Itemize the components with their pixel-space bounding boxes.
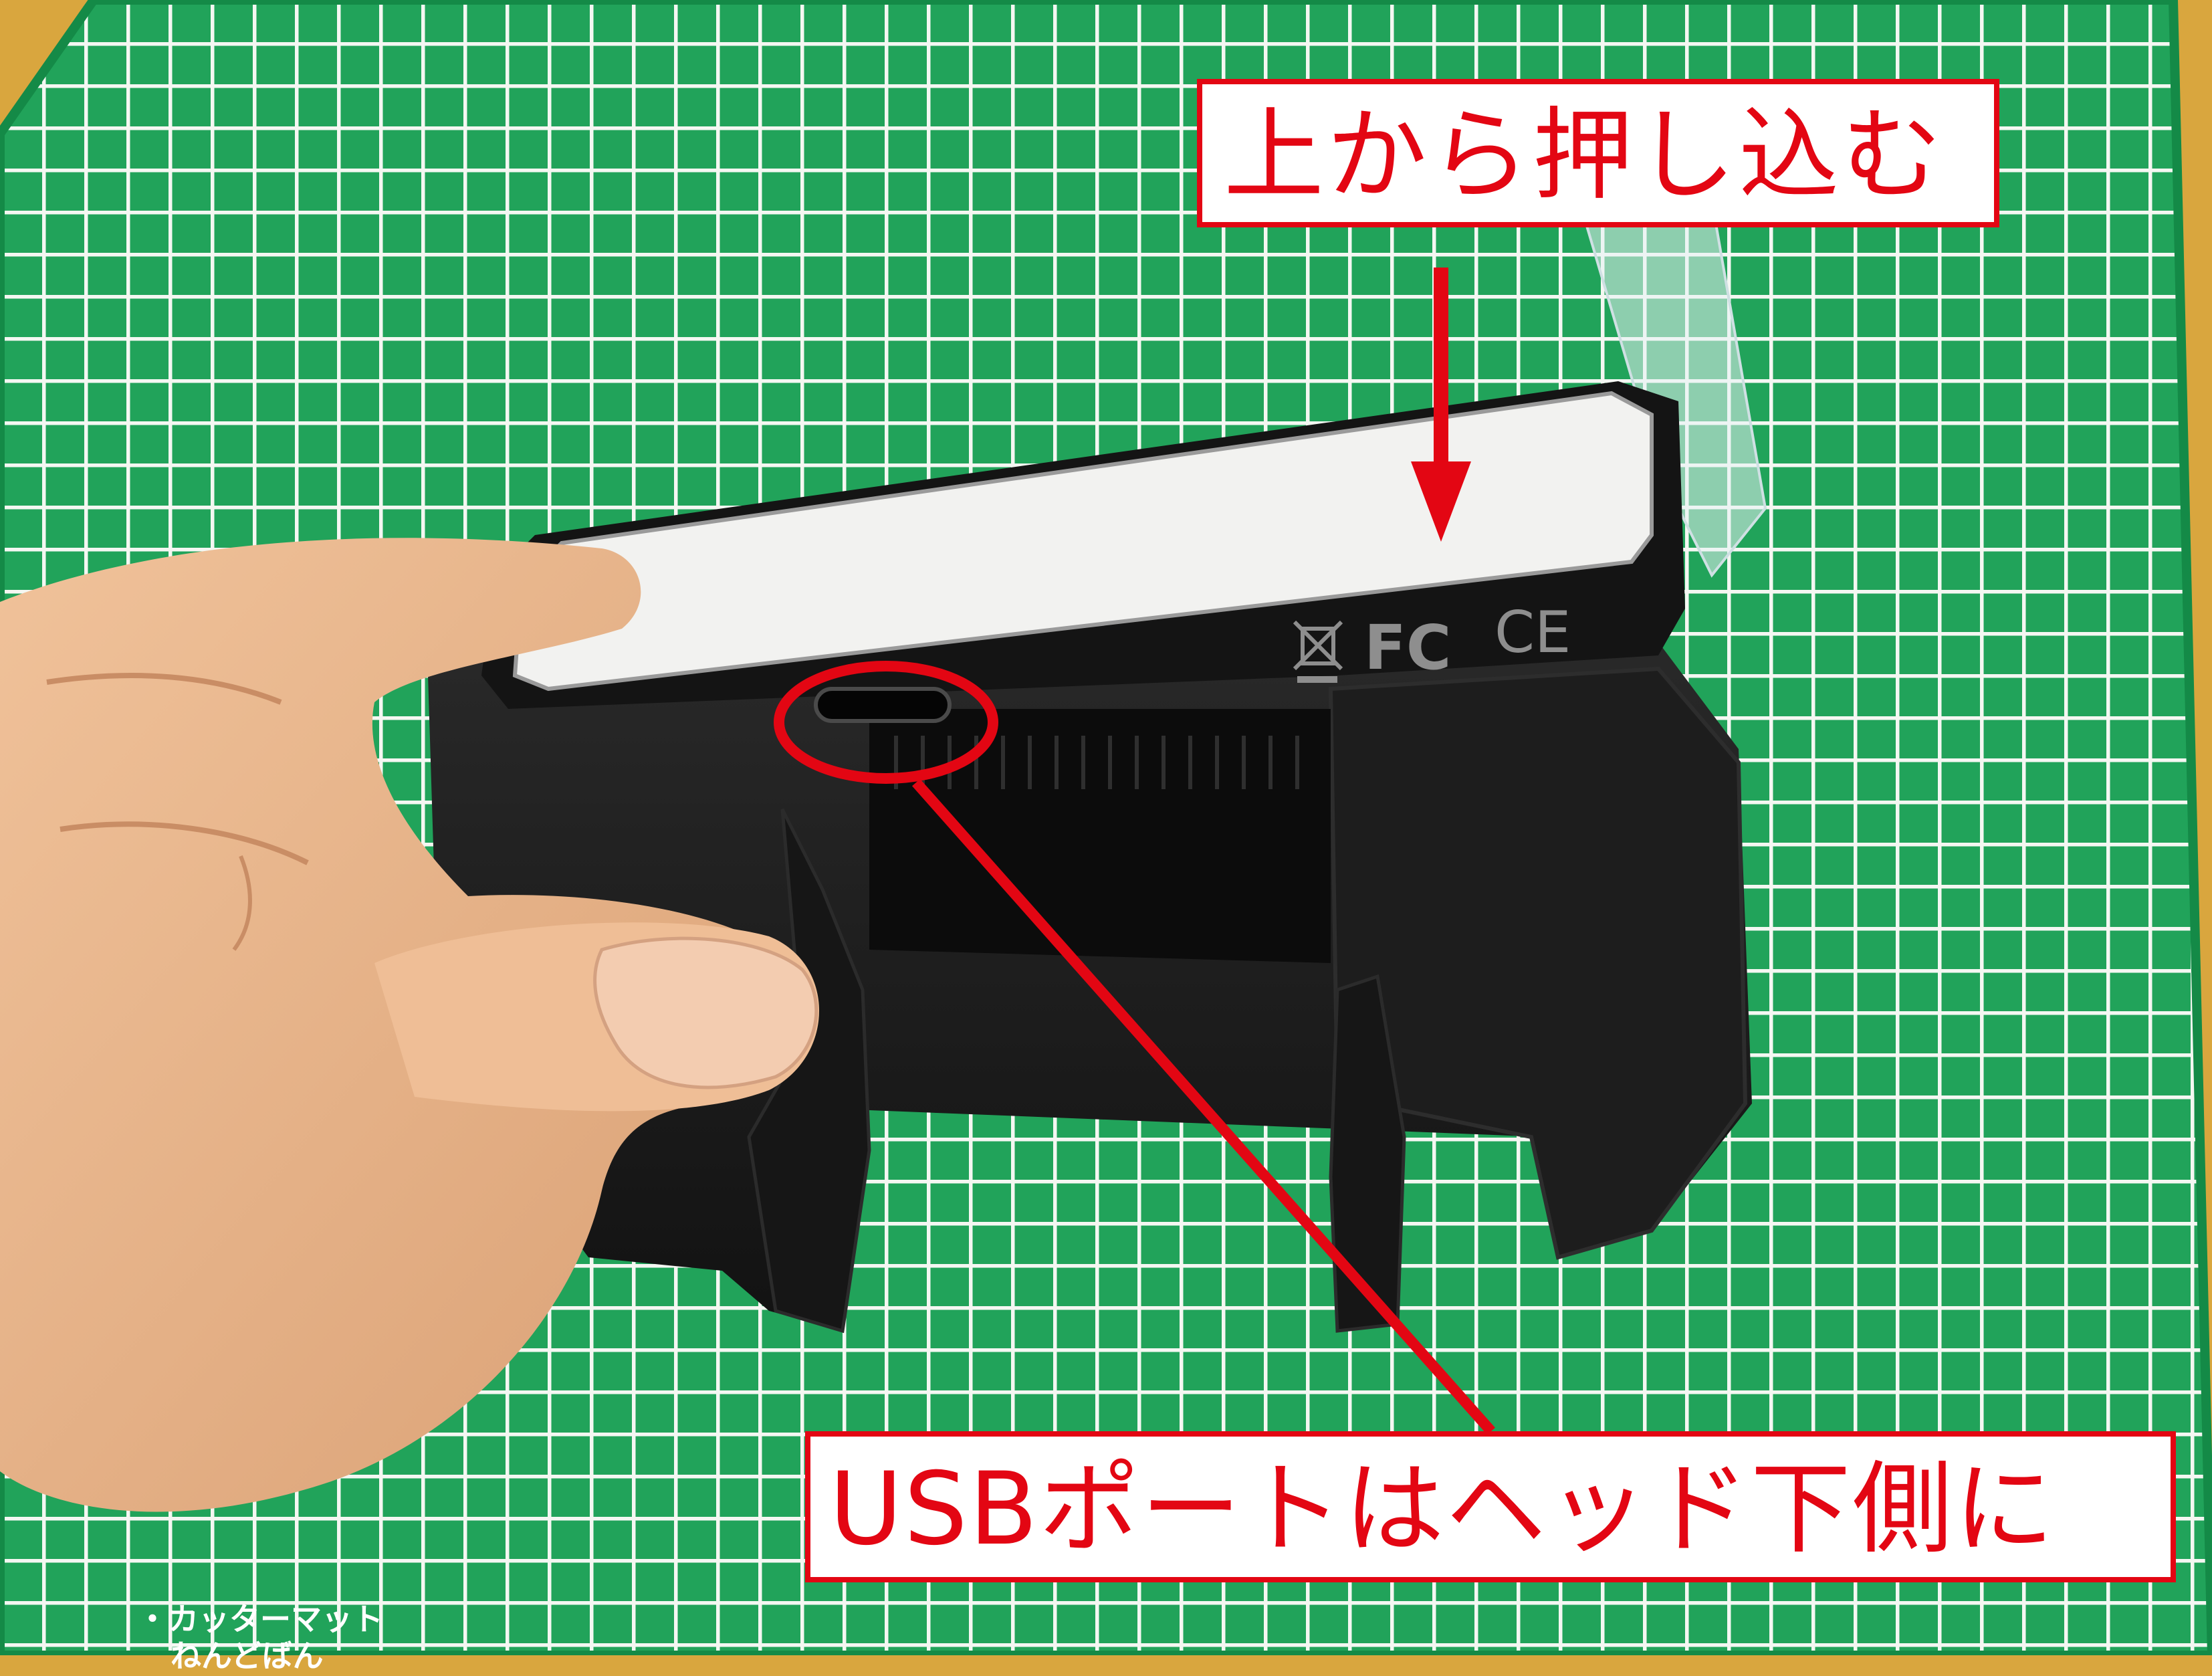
photo-scene: FC CE (0, 0, 2212, 1655)
usb-c-port (814, 687, 952, 723)
callout-usb-port-position: USBポートはヘッド下側に (805, 1431, 2176, 1582)
callout-press-from-top: 上から押し込む (1197, 79, 1999, 227)
fcc-mark: FC (1364, 612, 1451, 684)
ce-mark: CE (1495, 599, 1571, 666)
mat-print-line-2: ねんどばん (171, 1638, 324, 1674)
